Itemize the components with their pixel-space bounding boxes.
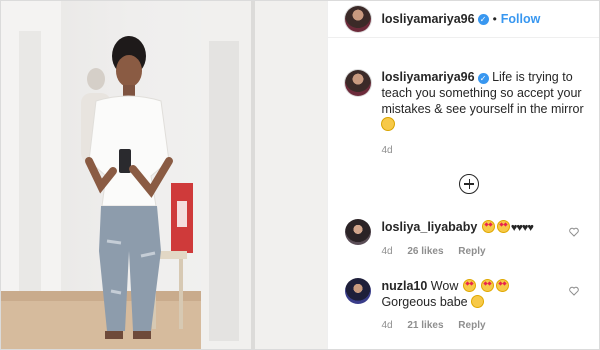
like-heart-icon[interactable] — [569, 286, 580, 296]
comment-meta: 4d 21 likes Reply — [381, 318, 566, 334]
heart-eyes-emoji-icon — [481, 279, 495, 292]
caption-verified-badge-icon: ✓ — [477, 73, 489, 84]
comment-time[interactable]: 4d — [381, 320, 392, 331]
comment-text-prefix: Wow — [430, 279, 459, 293]
post-caption: losliyamariya96 ✓ Life is trying to teach… — [345, 69, 595, 156]
commenter-username[interactable]: nuzla10 — [381, 279, 427, 293]
post-header: losliyamariya96 ✓ • Follow — [328, 1, 599, 38]
separator-dot: • — [492, 12, 497, 26]
caption-timestamp[interactable]: 4d — [381, 145, 591, 156]
kissing-face-emoji-icon — [471, 295, 485, 308]
commenter-avatar[interactable] — [345, 219, 372, 245]
comment-meta: 4d 26 likes Reply — [381, 244, 566, 260]
commenter-avatar[interactable] — [345, 278, 372, 304]
instagram-post: losliyamariya96 ✓ • Follow losliyamariya… — [0, 0, 600, 350]
reply-button[interactable]: Reply — [458, 320, 485, 331]
comment-hearts: ♥♥♥♥ — [510, 222, 534, 234]
reply-button[interactable]: Reply — [458, 246, 485, 257]
caption-text-block: losliyamariya96 ✓ Life is trying to teach… — [381, 69, 591, 133]
heart-eyes-emoji-icon — [481, 220, 495, 233]
comment-item: nuzla10 Wow Gorgeous babe 4d 21 likes Re… — [345, 278, 595, 334]
caption-username[interactable]: losliyamariya96 — [381, 70, 474, 84]
heart-eyes-emoji-icon — [462, 279, 476, 292]
post-side-panel: losliyamariya96 ✓ • Follow losliyamariya… — [327, 1, 599, 349]
comment-body: losliya_liyababy ♥♥♥♥ 4d 26 likes Reply — [381, 219, 566, 260]
comment-likes[interactable]: 26 likes — [407, 246, 443, 257]
like-heart-icon[interactable] — [569, 227, 580, 237]
commenter-username[interactable]: losliya_liyababy — [381, 220, 477, 234]
comment-body: nuzla10 Wow Gorgeous babe 4d 21 likes Re… — [381, 278, 566, 334]
heart-eyes-emoji-icon — [496, 279, 510, 292]
smiling-face-emoji-icon — [381, 117, 396, 131]
author-avatar[interactable] — [345, 6, 372, 32]
heart-eyes-emoji-icon — [496, 220, 510, 233]
comment-text-suffix: Gorgeous babe — [381, 295, 468, 309]
comment-item: losliya_liyababy ♥♥♥♥ 4d 26 likes Reply — [345, 219, 595, 260]
mirror-selfie-illustration — [1, 1, 328, 349]
comment-likes[interactable]: 21 likes — [407, 320, 443, 331]
author-username[interactable]: losliyamariya96 — [381, 12, 474, 26]
caption-author-avatar[interactable] — [345, 70, 372, 96]
plus-circle-icon[interactable] — [459, 174, 480, 194]
post-photo[interactable] — [1, 1, 328, 349]
comment-time[interactable]: 4d — [381, 246, 392, 257]
follow-button[interactable]: Follow — [501, 12, 541, 26]
verified-badge-icon: ✓ — [477, 13, 489, 25]
